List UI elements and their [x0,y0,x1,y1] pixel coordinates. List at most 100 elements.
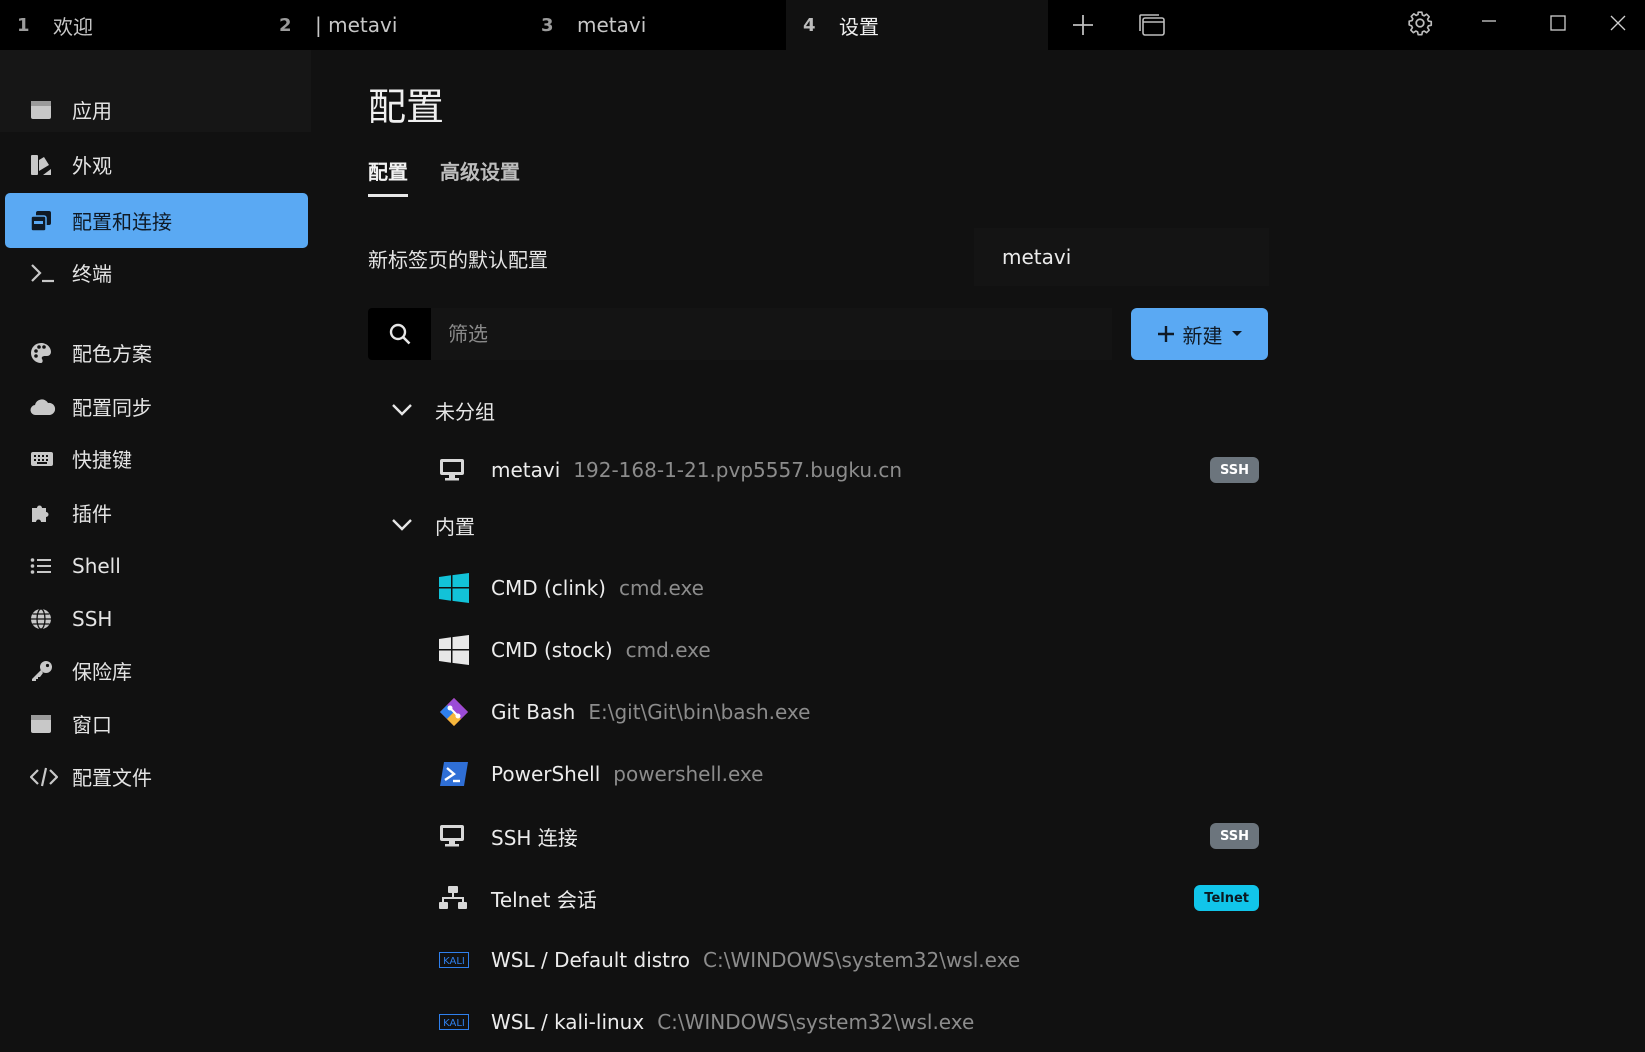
profile-item[interactable]: KALI WSL / Default distro C:\WINDOWS\sys… [439,934,1259,986]
monitor-icon [439,820,491,852]
sidebar-item-config-sync[interactable]: 配置同步 [5,379,308,434]
new-profile-button[interactable]: 新建 [1131,308,1268,360]
sidebar-item-label: 外观 [72,154,112,178]
profile-desc: powershell.exe [613,762,764,786]
profile-item[interactable]: CMD (clink) cmd.exe [439,562,1259,614]
code-icon [30,765,72,789]
keyboard-icon [30,447,72,471]
window-stack-icon [1138,14,1165,36]
plus-icon [1072,15,1093,35]
sidebar-item-label: 配置和连接 [72,210,172,234]
sidebar-item-vault[interactable]: 保险库 [5,643,308,698]
tab-label: 设置 [839,14,879,39]
group-header-ungrouped[interactable]: 未分组 [391,390,495,430]
tab-metavi-1[interactable]: 2 | metavi [262,0,524,50]
tab-number: 2 [279,14,292,36]
profile-item[interactable]: metavi 192-168-1-21.pvp5557.bugku.cn SSH [439,444,1259,496]
windows-logo-white-icon [439,634,491,666]
caret-down-icon [1231,331,1242,336]
profile-name: SSH 连接 [491,825,578,850]
default-profile-label: 新标签页的默认配置 [368,248,548,272]
sidebar-item-label: SSH [72,606,113,631]
new-tab-button[interactable] [1048,0,1117,50]
subtab-advanced[interactable]: 高级设置 [440,156,520,194]
profile-item[interactable]: Telnet 会话 Telnet [439,872,1259,924]
network-icon [439,882,491,914]
plus-icon [1157,326,1174,342]
tab-welcome[interactable]: 1 欢迎 [0,0,262,50]
profile-item[interactable]: Git Bash E:\git\Git\bin\bash.exe [439,686,1259,738]
profile-item[interactable]: PowerShell powershell.exe [439,748,1259,800]
sidebar-item-application[interactable]: 应用 [5,82,308,137]
profiles-menu-button[interactable] [1117,0,1186,50]
group-name: 内置 [435,514,475,539]
sidebar: 应用 外观 配置和连接 终端 配色方案 配置同步 快捷键 插件 Shell SS… [0,50,311,1052]
settings-button[interactable] [1385,0,1454,46]
sidebar-item-label: 终端 [72,262,112,286]
tab-settings[interactable]: 4 设置 [786,0,1048,50]
profile-name: Git Bash [491,700,576,724]
group-header-builtin[interactable]: 内置 [391,505,475,545]
profile-item[interactable]: CMD (stock) cmd.exe [439,624,1259,676]
profile-desc: cmd.exe [625,638,711,662]
sidebar-item-label: 配置同步 [72,396,152,420]
search-button[interactable] [368,308,431,360]
tab-number: 1 [17,14,30,36]
maximize-icon [1549,15,1566,31]
profile-name: CMD (clink) [491,576,606,600]
profile-desc: C:\WINDOWS\system32\wsl.exe [703,948,1021,972]
sidebar-item-terminal[interactable]: 终端 [5,245,308,300]
minimize-button[interactable] [1454,0,1523,46]
profile-desc: cmd.exe [618,576,704,600]
svg-text:KALI: KALI [443,1018,465,1029]
list-icon [30,554,72,578]
close-icon [1610,15,1625,31]
subtab-profiles[interactable]: 配置 [368,156,408,197]
sidebar-item-label: 配色方案 [72,342,152,366]
sidebar-item-label: 应用 [72,99,112,123]
profile-name: CMD (stock) [491,638,613,662]
gear-icon [1407,11,1432,36]
profile-item[interactable]: KALI WSL / kali-linux C:\WINDOWS\system3… [439,996,1259,1048]
globe-icon [30,607,72,631]
ssh-badge: SSH [1209,457,1259,483]
profile-desc: C:\WINDOWS\system32\wsl.exe [657,1010,975,1034]
profile-item[interactable]: SSH 连接 SSH [439,810,1259,862]
sidebar-item-ssh[interactable]: SSH [5,591,308,646]
close-button[interactable] [1590,0,1645,46]
tab-label: 欢迎 [53,14,93,39]
windows-logo-cyan-icon [439,572,491,604]
page-title: 配置 [368,85,445,129]
sidebar-item-shell[interactable]: Shell [5,538,308,593]
palette-icon [30,341,72,365]
sidebar-item-color-scheme[interactable]: 配色方案 [5,325,308,380]
profile-name: metavi [491,458,561,482]
profile-desc: 192-168-1-21.pvp5557.bugku.cn [573,458,903,482]
tab-metavi-2[interactable]: 3 metavi [524,0,786,50]
sidebar-item-window[interactable]: 窗口 [5,696,308,751]
sidebar-item-config-file[interactable]: 配置文件 [5,749,308,804]
search-icon [389,323,410,345]
filter-input[interactable] [431,308,1112,360]
maximize-button[interactable] [1523,0,1592,46]
settings-panel: 配置 配置 高级设置 新标签页的默认配置 metavi 新建 未分组 metav… [311,50,1645,1052]
ssh-badge: SSH [1209,823,1259,849]
sidebar-item-label: 窗口 [72,713,112,737]
sidebar-item-profiles-connections[interactable]: 配置和连接 [5,193,308,248]
sidebar-item-appearance[interactable]: 外观 [5,137,308,192]
default-profile-select[interactable]: metavi [974,228,1269,286]
sidebar-item-label: 配置文件 [72,766,152,790]
minimize-icon [1481,20,1496,22]
profile-desc: E:\git\Git\bin\bash.exe [588,700,811,724]
group-name: 未分组 [435,399,495,424]
sidebar-item-hotkeys[interactable]: 快捷键 [5,431,308,486]
terminal-prompt-icon [30,261,72,285]
sidebar-item-plugins[interactable]: 插件 [5,485,308,540]
key-icon [30,659,72,683]
cloud-icon [30,395,72,419]
tab-label: metavi [577,13,647,37]
monitor-icon [439,454,491,486]
profile-name: PowerShell [491,762,601,786]
puzzle-icon [30,501,72,525]
git-logo-icon [439,696,491,728]
